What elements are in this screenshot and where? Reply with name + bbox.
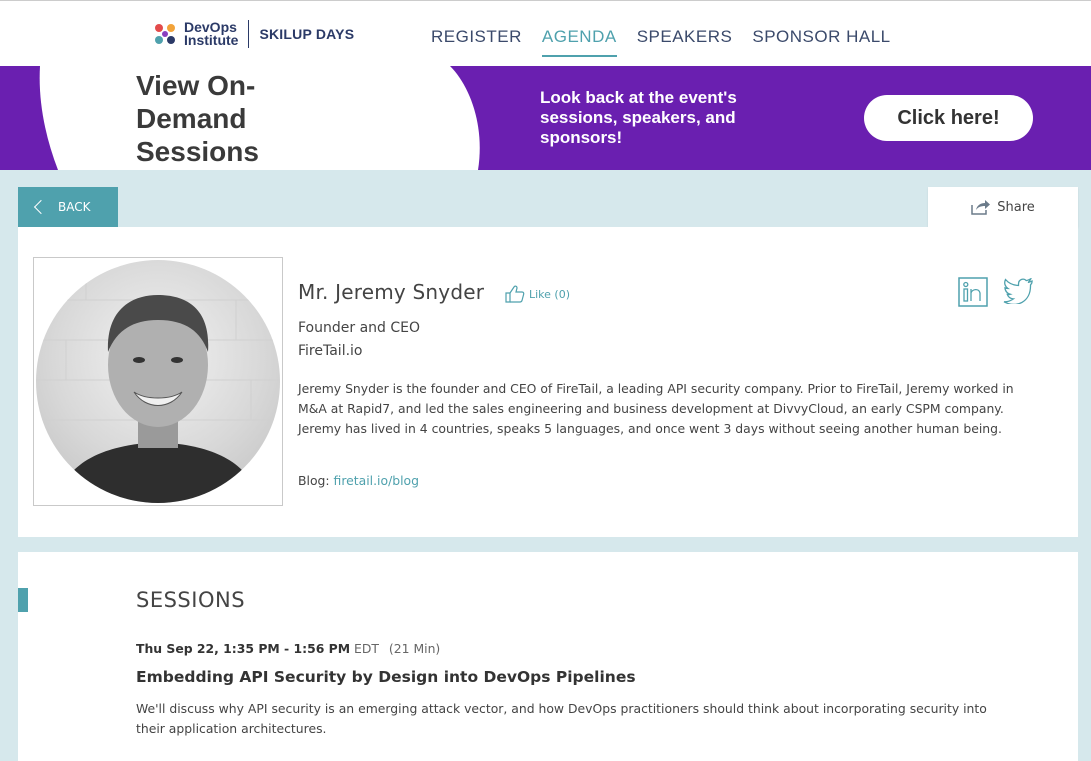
session-duration: (21 Min) xyxy=(388,641,441,656)
nav-agenda[interactable]: AGENDA xyxy=(541,27,617,57)
linkedin-icon[interactable] xyxy=(958,277,988,311)
banner-title: View On-Demand Sessions xyxy=(136,70,259,167)
speaker-photo xyxy=(33,257,283,506)
speaker-company: FireTail.io xyxy=(298,343,363,359)
twitter-icon[interactable] xyxy=(1003,277,1033,308)
blog-link[interactable]: firetail.io/blog xyxy=(334,473,419,488)
thumbs-up-icon xyxy=(505,285,525,303)
speaker-profile-card: Mr. Jeremy Snyder Like (0) Founder and C… xyxy=(18,227,1078,537)
sessions-section: SESSIONS Thu Sep 22, 1:35 PM - 1:56 PM E… xyxy=(18,552,1078,761)
like-count: Like (0) xyxy=(529,287,571,301)
sessions-marker xyxy=(18,588,28,612)
session-time: Thu Sep 22, 1:35 PM - 1:56 PM EDT (21 Mi… xyxy=(136,641,440,656)
logo-divider xyxy=(248,20,250,48)
share-button[interactable]: Share xyxy=(928,187,1078,227)
speaker-role: Founder and CEO xyxy=(298,320,421,336)
devops-institute-logo[interactable]: DevOps Institute SKILUP DAYS xyxy=(150,19,354,49)
share-icon xyxy=(971,200,991,215)
sessions-heading: SESSIONS xyxy=(136,588,246,612)
speaker-blog: Blog: firetail.io/blog xyxy=(298,473,419,488)
nav-sponsor-hall[interactable]: SPONSOR HALL xyxy=(752,27,890,57)
share-label: Share xyxy=(997,199,1035,215)
devops-logo-icon xyxy=(150,19,180,49)
nav-speakers[interactable]: SPEAKERS xyxy=(637,27,733,57)
back-label: BACK xyxy=(58,200,91,214)
blog-label: Blog: xyxy=(298,473,330,488)
skillup-days-logo: SKILUP DAYS xyxy=(259,26,355,42)
back-button[interactable]: BACK xyxy=(18,187,118,227)
click-here-button[interactable]: Click here! xyxy=(864,95,1033,141)
speaker-photo-image xyxy=(36,260,280,503)
main-nav: REGISTER AGENDA SPEAKERS SPONSOR HALL xyxy=(431,27,911,57)
session-datetime: Thu Sep 22, 1:35 PM - 1:56 PM xyxy=(136,641,351,656)
chevron-left-icon xyxy=(33,199,49,215)
session-title-link[interactable]: Embedding API Security by Design into De… xyxy=(136,668,636,686)
speaker-bio: Jeremy Snyder is the founder and CEO of … xyxy=(298,381,1014,436)
speaker-name: Mr. Jeremy Snyder xyxy=(298,280,485,304)
nav-register[interactable]: REGISTER xyxy=(431,27,522,57)
session-description: We'll discuss why API security is an eme… xyxy=(136,701,987,736)
logo-line2: Institute xyxy=(184,32,239,48)
like-button[interactable]: Like (0) xyxy=(505,285,570,303)
session-timezone: EDT xyxy=(354,641,379,656)
top-nav-bar: DevOps Institute SKILUP DAYS REGISTER AG… xyxy=(0,0,1091,66)
on-demand-banner: View On-Demand Sessions Look back at the… xyxy=(0,66,1091,170)
banner-text: Look back at the event's sessions, speak… xyxy=(540,88,737,147)
